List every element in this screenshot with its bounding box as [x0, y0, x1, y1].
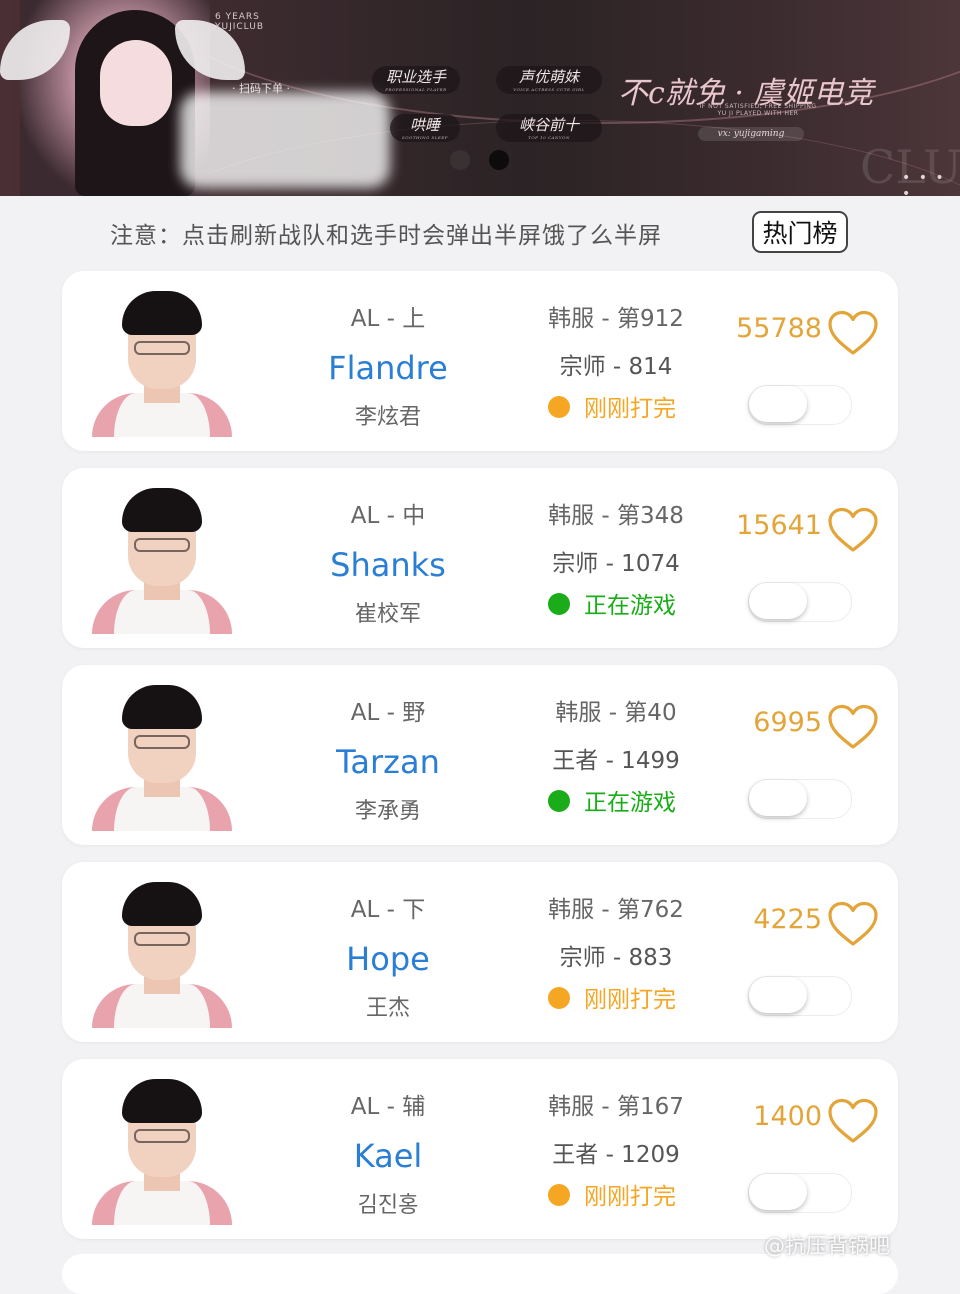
- player-tier-points: 宗师 - 1074: [552, 551, 680, 577]
- qr-code-blurred: [180, 92, 390, 188]
- player-position: AL - 辅: [350, 1094, 426, 1120]
- player-glasses: [134, 932, 190, 946]
- player-card[interactable]: AL - 辅 Kael 김진홍 韩服 - 第167 王者 - 1209 刚刚打完…: [62, 1059, 898, 1239]
- player-server-rank: 韩服 - 第912: [548, 306, 684, 332]
- player-tier-points: 宗师 - 883: [559, 945, 673, 971]
- toggle-knob: [749, 583, 807, 619]
- player-status: 刚刚打完: [548, 1177, 676, 1211]
- follow-toggle[interactable]: [748, 385, 852, 425]
- player-name[interactable]: Tarzan: [298, 743, 478, 781]
- carousel-dot[interactable]: [450, 150, 470, 170]
- player-card[interactable]: AL - 下 Hope 王杰 韩服 - 第762 宗师 - 883 刚刚打完 4…: [62, 862, 898, 1042]
- player-tier-points: 宗师 - 814: [559, 354, 673, 380]
- player-real-name: 李承勇: [354, 799, 421, 824]
- carousel-dot-active[interactable]: [489, 150, 509, 170]
- likes-count: 4225: [753, 904, 822, 935]
- banner-tag: 峡谷前十 TOP 10 CANYON: [496, 114, 602, 142]
- status-dot-icon: [548, 987, 570, 1009]
- status-label: 刚刚打完: [584, 987, 676, 1013]
- heart-icon[interactable]: [826, 506, 880, 554]
- player-card[interactable]: AL - 野 Tarzan 李承勇 韩服 - 第40 王者 - 1499 正在游…: [62, 665, 898, 845]
- player-card[interactable]: AL - 中 Shanks 崔校军 韩服 - 第348 宗师 - 1074 正在…: [62, 468, 898, 648]
- banner-tag: 哄睡 SOOTHING SLEEP: [390, 114, 460, 142]
- player-position: AL - 野: [350, 700, 426, 726]
- player-tier-points: 王者 - 1499: [552, 748, 680, 774]
- banner-more-indicator: • • • •: [902, 170, 946, 196]
- toggle-knob: [749, 386, 807, 422]
- player-hair: [122, 291, 202, 335]
- toggle-knob: [749, 977, 807, 1013]
- player-real-name: 김진홍: [357, 1193, 419, 1218]
- promo-banner[interactable]: 6 YEARS YUJICLUB · 扫码下单 · 职业选手 PROFESSION…: [0, 0, 960, 196]
- likes-count: 6995: [753, 707, 822, 738]
- likes-count: 1400: [753, 1101, 822, 1132]
- player-name[interactable]: Hope: [298, 940, 478, 978]
- player-tier-points: 王者 - 1209: [552, 1142, 680, 1168]
- player-hair: [122, 882, 202, 926]
- follow-toggle[interactable]: [748, 976, 852, 1016]
- heart-icon[interactable]: [826, 1097, 880, 1145]
- player-photo: [86, 1073, 238, 1225]
- player-status: 正在游戏: [548, 586, 676, 620]
- player-photo: [86, 679, 238, 831]
- player-status: 正在游戏: [548, 783, 676, 817]
- player-glasses: [134, 735, 190, 749]
- player-server-rank: 韩服 - 第762: [548, 897, 684, 923]
- player-photo: [86, 482, 238, 634]
- notice-text: 注意：点击刷新战队和选手时会弹出半屏饿了么半屏: [110, 223, 662, 249]
- player-position: AL - 下: [350, 897, 426, 923]
- player-hair: [122, 685, 202, 729]
- player-hair: [122, 1079, 202, 1123]
- player-name[interactable]: Shanks: [298, 546, 478, 584]
- player-glasses: [134, 341, 190, 355]
- banner-slogan-sub: IF NOT SATISFIED, FREE SHIPPING YU JI PL…: [699, 103, 817, 117]
- player-status: 刚刚打完: [548, 980, 676, 1014]
- follow-toggle[interactable]: [748, 1173, 852, 1213]
- status-dot-icon: [548, 396, 570, 418]
- toggle-knob: [749, 780, 807, 816]
- player-glasses: [134, 538, 190, 552]
- player-real-name: 李炫君: [354, 405, 421, 430]
- player-status: 刚刚打完: [548, 389, 676, 423]
- player-server-rank: 韩服 - 第348: [548, 503, 684, 529]
- status-dot-icon: [548, 790, 570, 812]
- banner-vx-id: vx: yujigaming: [698, 127, 804, 141]
- player-photo: [86, 285, 238, 437]
- player-server-rank: 韩服 - 第40: [555, 700, 677, 726]
- player-server-rank: 韩服 - 第167: [548, 1094, 684, 1120]
- player-hair: [122, 488, 202, 532]
- player-position: AL - 上: [350, 306, 426, 332]
- player-card[interactable]: AL - 上 Flandre 李炫君 韩服 - 第912 宗师 - 814 刚刚…: [62, 271, 898, 451]
- player-name[interactable]: Kael: [298, 1137, 478, 1175]
- likes-count: 15641: [736, 510, 822, 541]
- status-label: 正在游戏: [584, 593, 676, 619]
- status-dot-icon: [548, 593, 570, 615]
- likes-count: 55788: [736, 313, 822, 344]
- status-label: 正在游戏: [584, 790, 676, 816]
- heart-icon[interactable]: [826, 703, 880, 751]
- heart-icon[interactable]: [826, 900, 880, 948]
- status-label: 刚刚打完: [584, 1184, 676, 1210]
- player-glasses: [134, 1129, 190, 1143]
- player-name[interactable]: Flandre: [298, 349, 478, 387]
- character-face: [100, 40, 172, 126]
- status-dot-icon: [548, 1184, 570, 1206]
- player-real-name: 崔校军: [354, 602, 421, 627]
- banner-years: 6 YEARS YUJICLUB: [215, 12, 265, 32]
- status-label: 刚刚打完: [584, 396, 676, 422]
- follow-toggle[interactable]: [748, 779, 852, 819]
- toggle-knob: [749, 1174, 807, 1210]
- follow-toggle[interactable]: [748, 582, 852, 622]
- player-real-name: 王杰: [365, 996, 410, 1021]
- player-card-partial[interactable]: [62, 1254, 898, 1294]
- player-photo: [86, 876, 238, 1028]
- banner-tag: 职业选手 PROFESSIONAL PLAYER: [372, 66, 460, 94]
- source-watermark: @抗压背锅吧: [764, 1234, 890, 1258]
- banner-tag: 声优萌妹 VOICE ACTRESS CUTE GIRL: [496, 66, 602, 94]
- player-position: AL - 中: [350, 503, 426, 529]
- heart-icon[interactable]: [826, 309, 880, 357]
- hot-list-button[interactable]: 热门榜: [752, 211, 848, 253]
